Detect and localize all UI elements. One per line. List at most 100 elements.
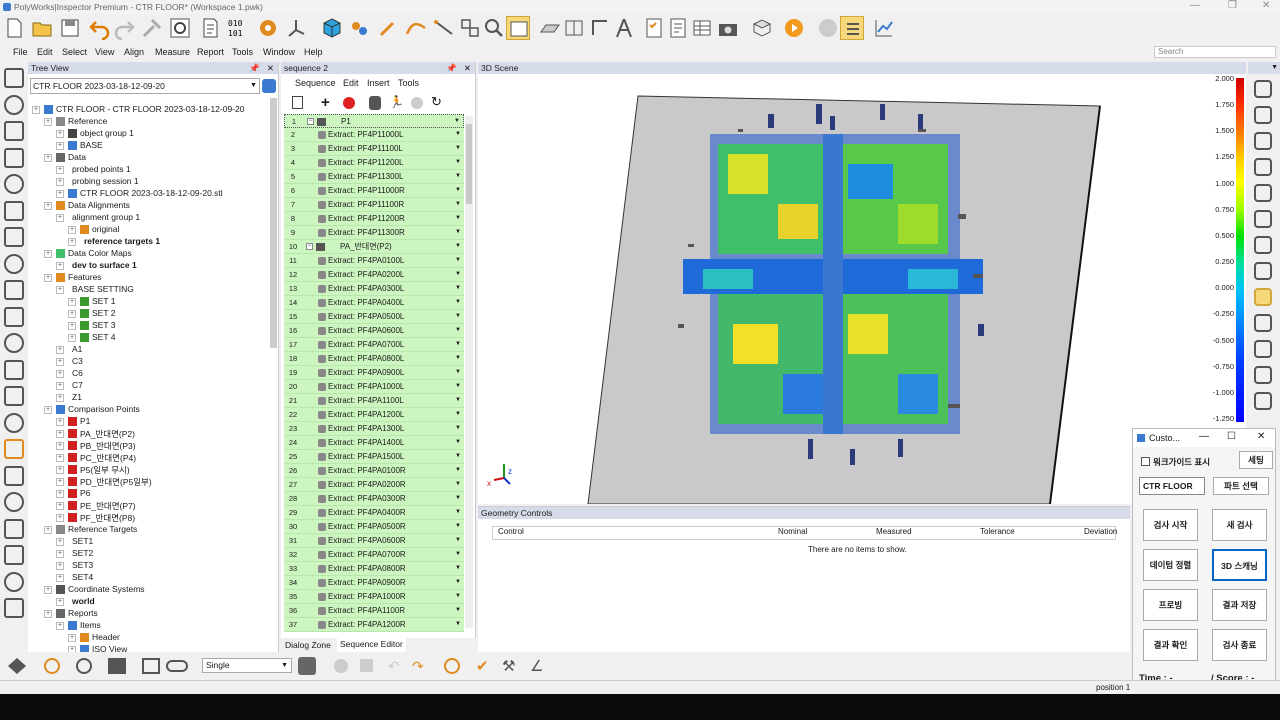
sequence-step-row[interactable]: 26 Extract: PF4PA0100R ▼	[284, 464, 464, 478]
scale-flag-icon[interactable]	[1254, 314, 1272, 332]
tree-item[interactable]: A1	[72, 344, 82, 354]
tree-item[interactable]: SET2	[72, 548, 93, 558]
plane-icon[interactable]	[4, 147, 24, 168]
restore-icon[interactable]: ❐	[1228, 0, 1237, 11]
sequence-step-row[interactable]: 18 Extract: PF4PA0800L ▼	[284, 352, 464, 366]
sequence-step-row[interactable]: 14 Extract: PF4PA0400L ▼	[284, 296, 464, 310]
surface-point-icon[interactable]	[4, 412, 24, 433]
tree-item[interactable]: Data Color Maps	[68, 248, 132, 258]
tab-dialog-zone[interactable]: Dialog Zone	[285, 640, 331, 650]
tree-expander[interactable]: +	[56, 538, 64, 546]
tree-expander[interactable]: +	[56, 598, 64, 606]
step-dropdown-icon[interactable]: ▼	[455, 492, 461, 505]
step-dropdown-icon[interactable]: ▼	[455, 450, 461, 463]
tree-item[interactable]: C3	[72, 356, 83, 366]
tree-item[interactable]: PE_반대면(P7)	[80, 500, 136, 512]
tree-expander[interactable]: +	[56, 442, 64, 450]
tree-expander[interactable]: +	[68, 322, 76, 330]
step-dropdown-icon[interactable]: ▼	[455, 338, 461, 351]
tree-expander[interactable]: +	[68, 310, 76, 318]
chart-icon[interactable]	[872, 16, 896, 40]
open-folder-icon[interactable]	[30, 16, 54, 40]
tree-item[interactable]: SET 3	[92, 320, 115, 330]
step-dropdown-icon[interactable]: ▼	[455, 268, 461, 281]
tree-item[interactable]: SET3	[72, 560, 93, 570]
database-icon[interactable]	[262, 79, 276, 93]
sequence-step-row[interactable]: 24 Extract: PF4PA1400L ▼	[284, 436, 464, 450]
cube-view-icon[interactable]	[1254, 236, 1272, 254]
tool-run-icon[interactable]	[298, 657, 316, 675]
step-dropdown-icon[interactable]: ▼	[455, 142, 461, 155]
col-measured[interactable]: Measured	[876, 527, 912, 536]
tree-item[interactable]: SET 1	[92, 296, 115, 306]
step-dropdown-icon[interactable]: ▼	[455, 576, 461, 589]
menu-edit[interactable]: Edit	[37, 47, 53, 57]
select-mode-icon[interactable]	[8, 658, 26, 674]
seq-menu-edit[interactable]: Edit	[343, 78, 359, 88]
sequence-step-row[interactable]: 16 Extract: PF4PA0600L ▼	[284, 324, 464, 338]
tools-icon[interactable]	[4, 598, 24, 618]
sequence-step-row[interactable]: 32 Extract: PF4PA0700R ▼	[284, 548, 464, 562]
tree-expander[interactable]: +	[56, 622, 64, 630]
tools-icon[interactable]	[140, 16, 164, 40]
step-dropdown-icon[interactable]: ▼	[455, 618, 461, 631]
tab-sequence-editor[interactable]: Sequence Editor	[337, 638, 406, 652]
tree-item[interactable]: Comparison Points	[68, 404, 140, 414]
curve-icon[interactable]	[4, 439, 24, 459]
menu-measure[interactable]: Measure	[155, 47, 190, 57]
tree-scrollbar[interactable]	[270, 98, 277, 348]
active-view-icon[interactable]	[506, 16, 530, 40]
part-select-button[interactable]: 파트 선택	[1213, 477, 1269, 495]
step-dropdown-icon[interactable]: ▼	[455, 436, 461, 449]
tree-expander[interactable]: +	[56, 490, 64, 498]
tree-item[interactable]: PA_반대면(P2)	[80, 428, 135, 440]
sequence-step-row[interactable]: 8 Extract: PF4P11200R ▼	[284, 212, 464, 226]
sequence-step-row[interactable]: 37 Extract: PF4PA1200R ▼	[284, 618, 464, 632]
tree-expander[interactable]: +	[56, 574, 64, 582]
camera-icon[interactable]	[716, 16, 740, 40]
combo-dropdown-icon[interactable]: ▼	[250, 82, 257, 89]
start-inspection-button[interactable]: 검사 시작	[1143, 509, 1198, 541]
view-pan-icon[interactable]	[1254, 106, 1272, 124]
datum-alignment-button[interactable]: 데이텀 정렬	[1143, 549, 1198, 581]
tree-expander[interactable]: +	[56, 214, 64, 222]
tree-item[interactable]: PB_반대면(P3)	[80, 440, 136, 452]
visibility-icon[interactable]	[1254, 210, 1272, 228]
line-icon[interactable]	[4, 121, 24, 141]
step-dropdown-icon[interactable]: ▼	[455, 184, 461, 197]
step-dropdown-icon[interactable]: ▼	[454, 115, 460, 128]
tree-item[interactable]: Reference	[68, 116, 107, 126]
tree-item[interactable]: BASE	[80, 140, 103, 150]
selection-mode-select[interactable]: Single ▼	[202, 658, 292, 673]
binary-icon[interactable]: 010 101	[226, 16, 250, 40]
tree-expander[interactable]: +	[56, 478, 64, 486]
tree-expander[interactable]: +	[56, 514, 64, 522]
sequence-scrollbar[interactable]	[465, 116, 473, 628]
view-rotate-icon[interactable]	[1254, 80, 1272, 98]
compare-tool-icon[interactable]	[166, 660, 188, 672]
step-dropdown-icon[interactable]: ▼	[455, 422, 461, 435]
tree-item[interactable]: CTR FLOOR - CTR FLOOR 2023-03-18-12-09-2…	[56, 104, 244, 114]
tree-expander[interactable]: +	[44, 154, 52, 162]
tree-item[interactable]: P5(일부 무시)	[80, 464, 130, 476]
distance-icon[interactable]	[4, 492, 24, 512]
stop-icon[interactable]	[816, 16, 840, 40]
new-step-icon[interactable]	[292, 96, 303, 109]
axis-icon[interactable]	[284, 16, 308, 40]
tree-item[interactable]: Features	[68, 272, 102, 282]
loop-icon[interactable]: ↻	[431, 94, 442, 110]
probe-tool-icon[interactable]	[44, 658, 60, 674]
check-tool-icon[interactable]: ✔	[476, 657, 489, 675]
section-icon[interactable]	[562, 16, 586, 40]
stop-disabled-icon[interactable]	[360, 659, 373, 672]
tree-expander[interactable]: +	[68, 634, 76, 642]
cube-icon[interactable]	[320, 16, 344, 40]
tree-item[interactable]: Items	[80, 620, 101, 630]
probing-button[interactable]: 프로빙	[1143, 589, 1198, 621]
step-dropdown-icon[interactable]: ▼	[455, 240, 461, 253]
tree-expander[interactable]: +	[44, 202, 52, 210]
step-dropdown-icon[interactable]: ▼	[455, 380, 461, 393]
zoom-fit-icon[interactable]	[1254, 158, 1272, 176]
sequence-step-row[interactable]: 2 Extract: PF4P11000L ▼	[284, 128, 464, 142]
script-icon[interactable]	[198, 16, 222, 40]
